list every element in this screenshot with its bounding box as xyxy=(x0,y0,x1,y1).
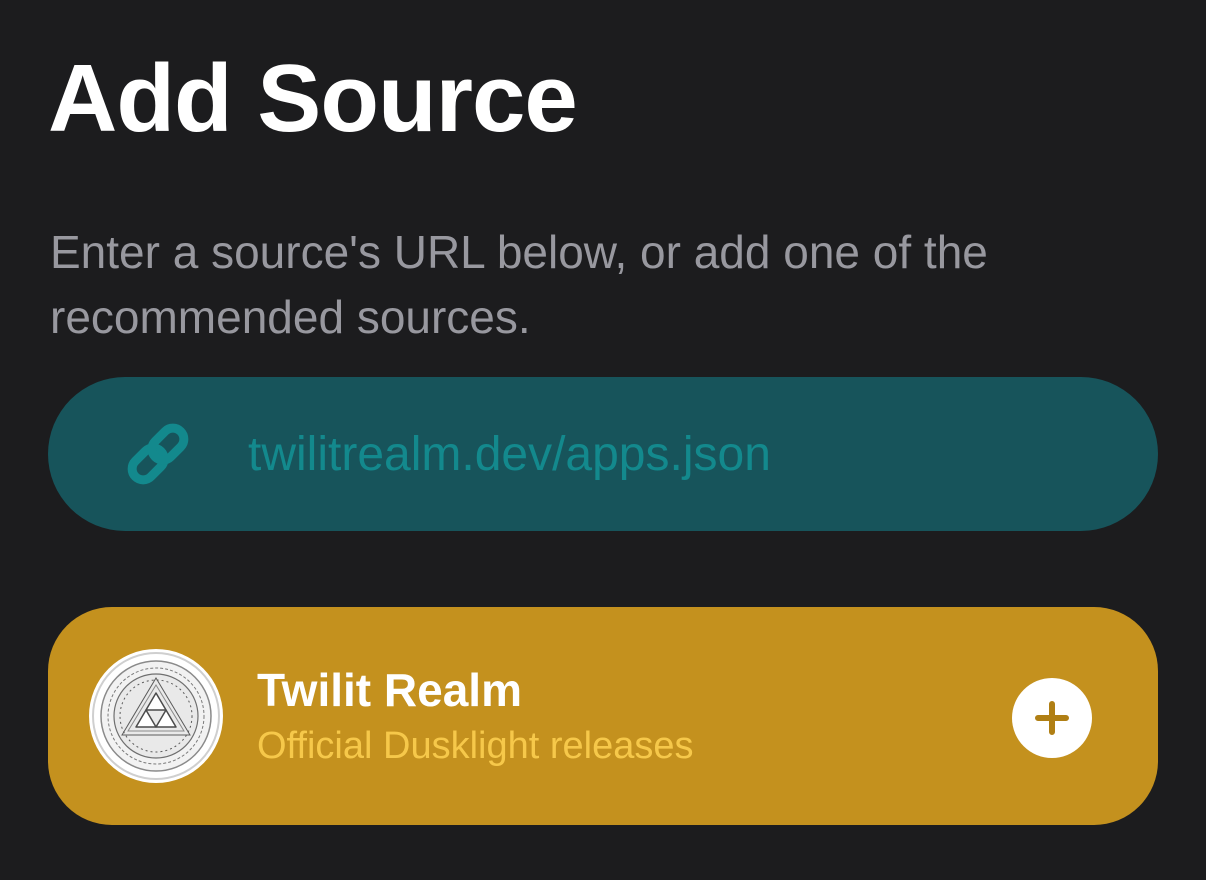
add-source-button[interactable] xyxy=(1012,678,1092,758)
page-description: Enter a source's URL below, or add one o… xyxy=(50,226,988,343)
source-url-input[interactable] xyxy=(248,417,1108,491)
recommended-source-card: Twilit Realm Official Dusklight releases xyxy=(48,607,1158,825)
link-icon xyxy=(122,418,194,490)
source-subtitle: Official Dusklight releases xyxy=(257,725,694,767)
source-name: Twilit Realm xyxy=(257,664,522,716)
triforce-seal-logo xyxy=(89,649,223,783)
page-title: Add Source xyxy=(48,45,578,152)
source-url-field[interactable] xyxy=(48,377,1158,531)
plus-icon xyxy=(1032,698,1072,738)
